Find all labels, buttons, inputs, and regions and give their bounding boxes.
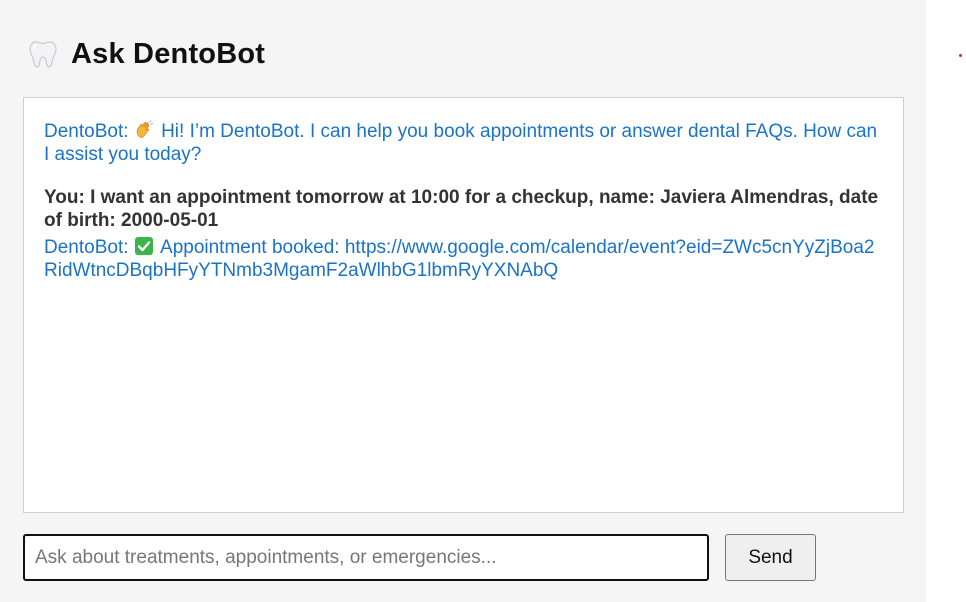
header: Ask DentoBot [27, 36, 265, 72]
tooth-icon [29, 41, 57, 68]
message-prefix: DentoBot: [44, 237, 129, 258]
edge-dot [959, 54, 962, 57]
waving-hand-icon [136, 120, 153, 138]
bot-message: DentoBot: Appointment booked: https://ww… [44, 236, 883, 282]
app-panel: Ask DentoBot DentoBot: Hi! I’m DentoBot.… [0, 0, 926, 602]
page-title: Ask DentoBot [71, 37, 266, 70]
appointment-link[interactable]: Appointment booked: https://www.google.c… [44, 237, 875, 281]
send-button[interactable]: Send [725, 534, 816, 581]
message-text: Hi! I’m DentoBot. I can help you book ap… [44, 121, 878, 165]
message-input[interactable] [23, 534, 709, 581]
user-message: You: I want an appointment tomorrow at 1… [44, 186, 883, 232]
message-prefix: DentoBot: [44, 121, 129, 142]
bot-message: DentoBot: Hi! I’m DentoBot. I can help y… [44, 120, 883, 166]
chat-log[interactable]: DentoBot: Hi! I’m DentoBot. I can help y… [23, 97, 904, 513]
message-text: I want an appointment tomorrow at 10:00 … [44, 187, 879, 231]
check-mark-icon [134, 237, 153, 255]
composer: Send [23, 534, 923, 581]
message-prefix: You: [44, 187, 85, 208]
